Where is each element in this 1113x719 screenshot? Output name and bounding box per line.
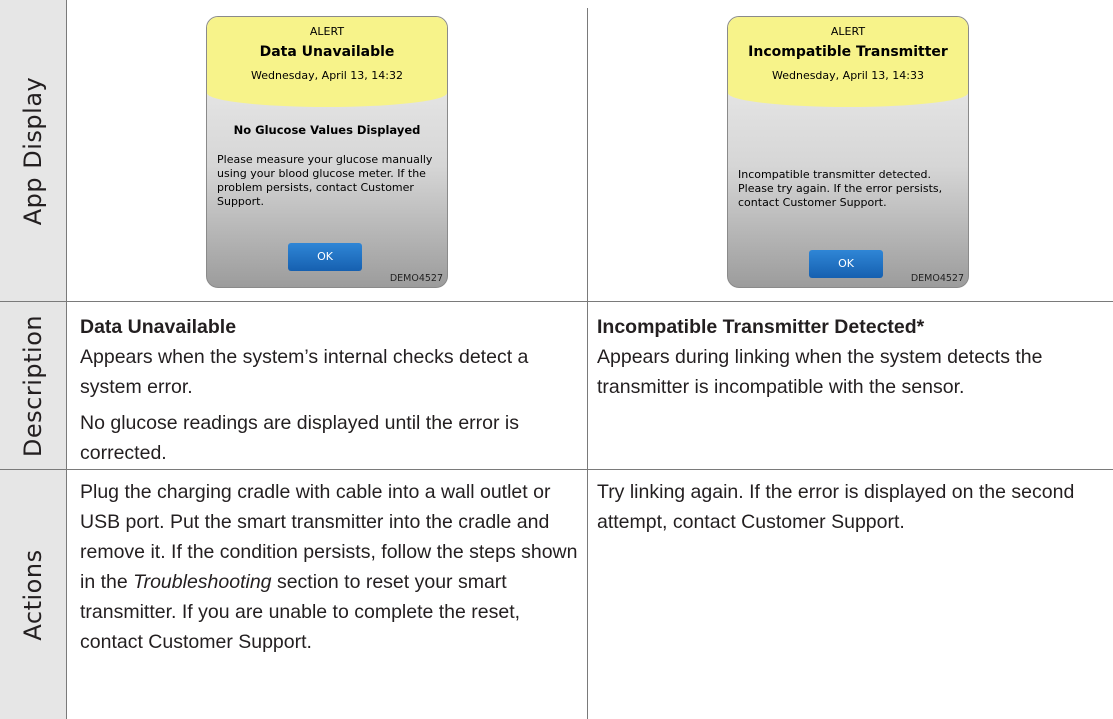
alert-subtitle: No Glucose Values Displayed bbox=[233, 123, 421, 137]
alert-time: Wednesday, April 13, 14:33 bbox=[771, 69, 924, 82]
alert-title: Data Unavailable bbox=[259, 44, 395, 60]
ok-button[interactable]: OK bbox=[288, 243, 362, 271]
description-text: Appears when the system’s internal check… bbox=[80, 346, 529, 398]
description-text: Appears during linking when the system d… bbox=[597, 346, 1043, 398]
row-label-actions: Actions bbox=[0, 470, 66, 719]
grid-divider bbox=[587, 8, 588, 719]
alert-header: ALERT Data Unavailable Wednesday, April … bbox=[207, 17, 447, 107]
demo-code: DEMO4527 bbox=[389, 273, 443, 284]
ok-button[interactable]: OK bbox=[809, 250, 883, 278]
alert-message: Please measure your glucose manually usi… bbox=[217, 153, 433, 208]
demo-code: DEMO4527 bbox=[910, 273, 964, 284]
troubleshooting-reference: Troubleshooting bbox=[133, 571, 272, 593]
row-label-description-text: Description bbox=[19, 314, 47, 457]
description-cell-incompatible-transmitter: Incompatible Transmitter Detected* Appea… bbox=[597, 312, 1103, 402]
description-text: No glucose readings are displayed until … bbox=[80, 412, 519, 464]
description-title: Data Unavailable bbox=[80, 316, 237, 338]
grid-divider bbox=[0, 469, 1113, 470]
description-cell-data-unavailable: Data Unavailable Appears when the system… bbox=[80, 312, 576, 468]
alert-kind: ALERT bbox=[830, 25, 866, 38]
action-text: Plug the charging cradle with cable into… bbox=[80, 477, 580, 657]
row-label-description: Description bbox=[0, 302, 66, 469]
grid-divider bbox=[66, 0, 67, 719]
alert-header: ALERT Incompatible Transmitter Wednesday… bbox=[728, 17, 968, 107]
alert-message: Incompatible transmitter detected. Pleas… bbox=[738, 168, 943, 209]
alert-screen-data-unavailable: ALERT Data Unavailable Wednesday, April … bbox=[206, 16, 448, 288]
action-text: Try linking again. If the error is displ… bbox=[597, 481, 1075, 533]
alert-time: Wednesday, April 13, 14:32 bbox=[250, 69, 403, 82]
action-cell-incompatible-transmitter: Try linking again. If the error is displ… bbox=[597, 477, 1087, 537]
alert-kind: ALERT bbox=[309, 25, 345, 38]
grid-divider bbox=[0, 301, 1113, 302]
row-label-actions-text: Actions bbox=[19, 548, 47, 641]
alert-screen-incompatible-transmitter: ALERT Incompatible Transmitter Wednesday… bbox=[727, 16, 969, 288]
alert-title: Incompatible Transmitter bbox=[748, 44, 948, 60]
action-cell-data-unavailable: Plug the charging cradle with cable into… bbox=[80, 477, 580, 657]
description-title: Incompatible Transmitter Detected* bbox=[597, 316, 925, 338]
row-label-app-display-text: App Display bbox=[19, 76, 47, 225]
row-label-app-display: App Display bbox=[0, 0, 66, 301]
